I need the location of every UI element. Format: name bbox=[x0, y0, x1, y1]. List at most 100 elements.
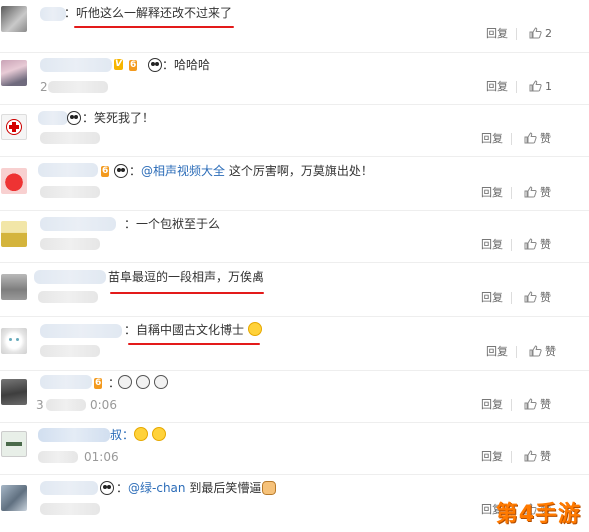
username-blurred[interactable] bbox=[38, 163, 98, 177]
laughing-emoji bbox=[134, 427, 148, 441]
avatar[interactable] bbox=[1, 221, 27, 247]
comment-text: ：@绿-chan 到最后笑懵逼 bbox=[116, 480, 261, 496]
thumb-up-icon bbox=[529, 80, 542, 92]
separator bbox=[516, 81, 517, 93]
panda-emoji bbox=[67, 111, 81, 125]
divider bbox=[0, 370, 589, 371]
like-label: 赞 bbox=[540, 291, 551, 304]
panda-emoji bbox=[148, 58, 162, 72]
laughing-emoji bbox=[152, 427, 166, 441]
divider bbox=[0, 262, 589, 263]
like-button[interactable]: 赞 bbox=[529, 345, 556, 359]
avatar[interactable] bbox=[1, 114, 27, 140]
thumb-up-icon bbox=[524, 291, 537, 303]
username-blurred[interactable] bbox=[40, 58, 112, 72]
like-label: 赞 bbox=[545, 345, 556, 358]
avatar[interactable] bbox=[1, 60, 27, 86]
like-label: 赞 bbox=[540, 186, 551, 199]
mention-link[interactable]: @绿-chan bbox=[128, 481, 186, 495]
thumb-up-icon bbox=[524, 450, 537, 462]
like-button[interactable]: 2 bbox=[529, 27, 552, 41]
avatar[interactable] bbox=[1, 168, 27, 194]
level-badge: 6 bbox=[101, 166, 110, 177]
comment-text: ：自稱中國古文化博士 bbox=[124, 323, 245, 337]
reply-button[interactable]: 回复 bbox=[481, 186, 503, 200]
timestamp-blurred bbox=[40, 345, 100, 357]
comment-text: ：笑死我了！ bbox=[82, 111, 155, 125]
reply-button[interactable]: 回复 bbox=[486, 345, 508, 359]
level-badge: 6 bbox=[129, 60, 138, 71]
separator bbox=[511, 399, 512, 411]
avatar[interactable] bbox=[1, 328, 27, 354]
reply-button[interactable]: 回复 bbox=[486, 80, 508, 94]
timestamp: 3 bbox=[36, 398, 44, 412]
comment-text: ：哈哈哈 bbox=[162, 58, 211, 72]
comment-prefix: ： bbox=[116, 481, 129, 495]
like-button[interactable]: 赞 bbox=[524, 450, 551, 464]
avatar[interactable] bbox=[1, 274, 27, 300]
divider bbox=[0, 156, 589, 157]
comment-text: 苗阜最逗的一段相声，万俟禼 bbox=[108, 270, 265, 284]
separator bbox=[511, 133, 512, 145]
username-blurred[interactable] bbox=[40, 324, 122, 338]
reply-button[interactable]: 回复 bbox=[481, 450, 503, 464]
username-blurred[interactable] bbox=[40, 217, 116, 231]
reply-button[interactable]: 回复 bbox=[481, 238, 503, 252]
reply-button[interactable]: 回复 bbox=[481, 132, 503, 146]
dog-emoji bbox=[154, 375, 168, 389]
dog-emoji bbox=[136, 375, 150, 389]
username-blurred[interactable] bbox=[38, 428, 110, 442]
timestamp: 01:06 bbox=[84, 450, 119, 464]
like-count: 2 bbox=[545, 27, 552, 40]
separator bbox=[511, 187, 512, 199]
divider bbox=[0, 474, 589, 475]
timestamp-blurred bbox=[40, 238, 100, 250]
timestamp-blurred bbox=[40, 132, 100, 144]
cat-emoji bbox=[262, 481, 276, 495]
reply-button[interactable]: 回复 bbox=[481, 291, 503, 305]
username-blurred[interactable] bbox=[40, 481, 98, 495]
like-button[interactable]: 赞 bbox=[524, 132, 551, 146]
separator bbox=[511, 239, 512, 251]
comment-list: ：听他这么一解释还改不过来了 回复 2 V 6 ：哈哈哈 2 回复 1 ：笑死我… bbox=[0, 0, 589, 532]
like-label: 赞 bbox=[540, 450, 551, 463]
timestamp: 0:06 bbox=[90, 398, 117, 412]
comment-text: ：听他这么一解释还改不过来了 bbox=[64, 6, 233, 20]
panda-emoji bbox=[100, 481, 114, 495]
thumb-up-icon bbox=[529, 345, 542, 357]
reply-button[interactable]: 回复 bbox=[486, 27, 508, 41]
username-blurred[interactable] bbox=[38, 111, 68, 125]
username-blurred[interactable] bbox=[34, 270, 106, 284]
avatar[interactable] bbox=[1, 431, 27, 457]
like-button[interactable]: 赞 bbox=[524, 186, 551, 200]
divider bbox=[0, 104, 589, 105]
avatar[interactable] bbox=[1, 6, 27, 32]
avatar[interactable] bbox=[1, 379, 27, 405]
timestamp-blurred bbox=[38, 451, 78, 463]
dog-emoji bbox=[118, 375, 132, 389]
panda-emoji bbox=[114, 164, 128, 178]
username-blurred[interactable] bbox=[40, 375, 92, 389]
mention-link[interactable]: @相声视频大全 bbox=[141, 164, 225, 178]
comment-suffix: 到最后笑懵逼 bbox=[185, 481, 262, 495]
thumb-up-icon bbox=[524, 398, 537, 410]
separator bbox=[516, 28, 517, 40]
avatar[interactable] bbox=[1, 485, 27, 511]
divider bbox=[0, 210, 589, 211]
comment-text: ：@相声视频大全 这个厉害啊，万莫旗出处！ bbox=[129, 163, 373, 179]
thumb-up-icon bbox=[529, 27, 542, 39]
reply-button[interactable]: 回复 bbox=[481, 398, 503, 412]
separator bbox=[511, 451, 512, 463]
red-underline bbox=[74, 26, 234, 28]
like-button[interactable]: 1 bbox=[529, 80, 552, 94]
like-button[interactable]: 赞 bbox=[524, 398, 551, 412]
timestamp-blurred bbox=[38, 291, 98, 303]
like-label: 赞 bbox=[540, 132, 551, 145]
like-button[interactable]: 赞 bbox=[524, 291, 551, 305]
like-button[interactable]: 赞 bbox=[524, 238, 551, 252]
thumb-up-icon bbox=[524, 238, 537, 250]
timestamp-blurred bbox=[48, 81, 108, 93]
red-underline bbox=[110, 292, 264, 294]
username-blurred[interactable] bbox=[40, 7, 66, 21]
comment-text: ：一个包袱至于么 bbox=[124, 217, 221, 231]
